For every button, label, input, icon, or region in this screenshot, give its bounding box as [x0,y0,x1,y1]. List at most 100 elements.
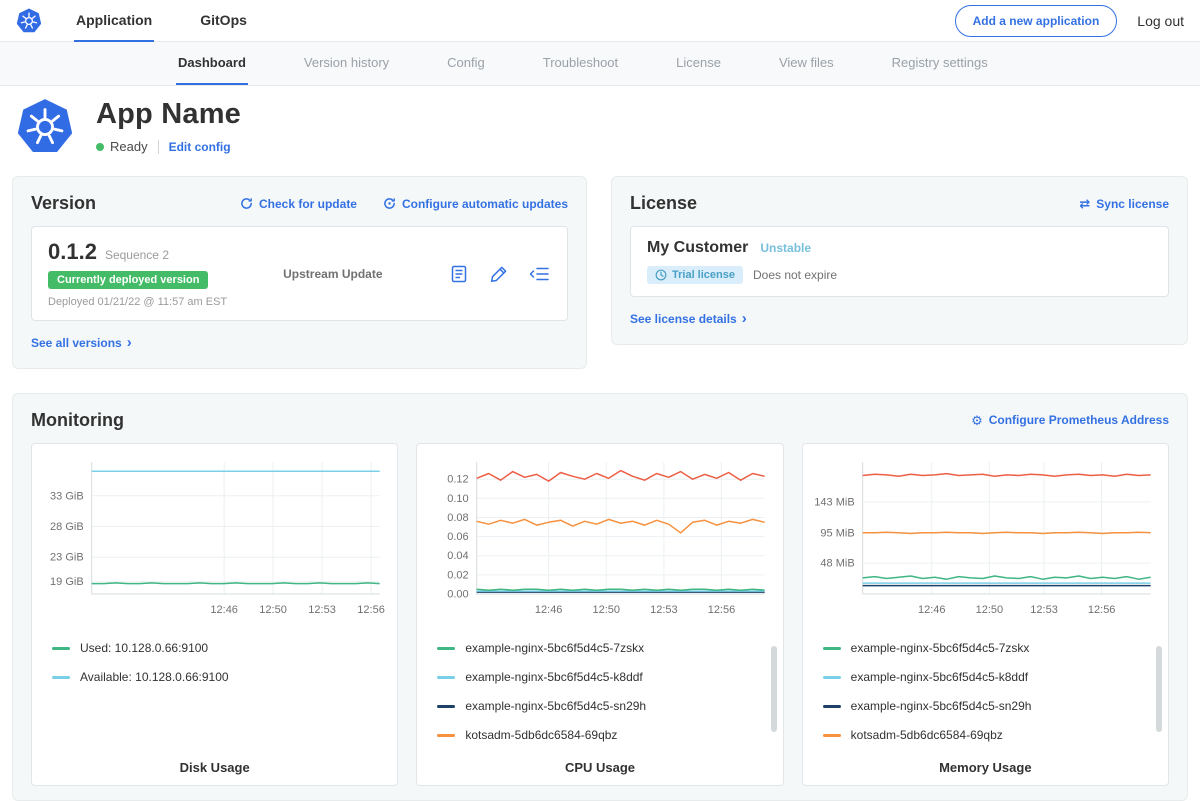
disk-usage-chart: 33 GiB28 GiB23 GiB19 GiB12:4612:5012:531… [31,443,398,786]
sync-license-label: Sync license [1096,197,1169,211]
sync-icon: ⇄ [1079,197,1090,210]
cpu-usage-title: CPU Usage [425,760,774,775]
tab-license[interactable]: License [674,42,723,85]
svg-text:12:53: 12:53 [1030,604,1058,616]
sequence-label: Sequence 2 [105,248,169,262]
legend-item[interactable]: example-nginx-5bc6f5d4c5-sn29h [437,692,762,721]
svg-text:12:53: 12:53 [650,604,678,616]
svg-text:12:56: 12:56 [708,604,736,616]
legend-label: example-nginx-5bc6f5d4c5-k8ddf [465,670,642,684]
legend-label: kotsadm-5db6dc6584-69qbz [465,728,617,742]
svg-text:12:46: 12:46 [535,604,563,616]
see-license-details-link[interactable]: See license details › [630,311,747,326]
legend-color-dash [823,705,841,708]
refresh-icon [240,197,253,210]
charts-row: 33 GiB 28 GiB 23 GiB 19 GiB 12:46 12:50 12:53 1… [31,443,1169,786]
version-number: 0.1.2 [48,239,97,265]
legend-item[interactable]: example-nginx-5bc6f5d4c5-sn29h [823,692,1148,721]
legend-item[interactable]: kotsadm-5db6dc6584-69qbz [437,721,762,750]
svg-text:33 GiB: 33 GiB [50,490,84,502]
upstream-update-label: Upstream Update [283,267,382,281]
legend-color-dash [437,676,455,679]
legend-color-dash [437,647,455,650]
legend-label: Used: 10.128.0.66:9100 [80,641,208,655]
app-icon [16,98,74,156]
configure-auto-updates-label: Configure automatic updates [402,197,568,211]
legend-scrollbar[interactable] [771,646,777,732]
svg-text:12:46: 12:46 [918,604,946,616]
tab-registry-settings[interactable]: Registry settings [890,42,990,85]
legend-label: example-nginx-5bc6f5d4c5-sn29h [465,699,646,713]
sync-license-button[interactable]: ⇄ Sync license [1079,197,1169,211]
nav-tab-application[interactable]: Application [74,0,154,42]
nav-tab-gitops[interactable]: GitOps [198,0,249,42]
check-update-label: Check for update [259,197,357,211]
configure-automatic-updates-button[interactable]: Configure automatic updates [383,197,568,211]
svg-text:12:50: 12:50 [259,604,287,616]
app-header: App Name Ready Edit config [0,86,1200,172]
kubernetes-logo-icon [16,8,42,34]
legend-label: example-nginx-5bc6f5d4c5-sn29h [851,699,1032,713]
see-all-versions-label: See all versions [31,336,122,350]
legend-label: example-nginx-5bc6f5d4c5-k8ddf [851,670,1028,684]
svg-text:0.00: 0.00 [448,588,469,600]
memory-usage-legend: example-nginx-5bc6f5d4c5-7zskx example-ng… [811,634,1160,752]
legend-label: example-nginx-5bc6f5d4c5-7zskx [465,641,644,655]
edit-config-link[interactable]: Edit config [169,140,231,154]
tab-version-history[interactable]: Version history [302,42,391,85]
customer-name: My Customer [647,239,748,257]
configure-prometheus-button[interactable]: ⚙ Configure Prometheus Address [971,413,1169,427]
channel-label: Unstable [760,241,811,255]
disk-usage-legend: Used: 10.128.0.66:9100 Available: 10.128.… [40,634,389,752]
top-nav-tabs: Application GitOps [74,0,293,42]
diff-icon[interactable] [529,264,551,284]
legend-label: Available: 10.128.0.66:9100 [80,670,229,684]
svg-text:19 GiB: 19 GiB [50,576,84,588]
svg-text:0.06: 0.06 [448,531,469,543]
legend-item[interactable]: example-nginx-5bc6f5d4c5-7zskx [437,634,762,663]
legend-item[interactable]: example-nginx-5bc6f5d4c5-k8ddf [437,663,762,692]
legend-color-dash [437,734,455,737]
add-application-button[interactable]: Add a new application [955,5,1118,37]
tab-config[interactable]: Config [445,42,487,85]
svg-text:23 GiB: 23 GiB [50,551,84,563]
legend-color-dash [52,647,70,650]
legend-item[interactable]: Used: 10.128.0.66:9100 [52,634,377,663]
check-for-update-button[interactable]: Check for update [240,197,357,211]
release-notes-icon[interactable] [449,264,469,284]
tab-view-files[interactable]: View files [777,42,836,85]
chevron-right-icon: › [127,335,132,350]
svg-text:12:53: 12:53 [308,604,336,616]
gear-icon: ⚙ [971,414,983,427]
legend-item[interactable]: Available: 10.128.0.66:9100 [52,663,377,692]
memory-usage-plot: 143 MiB95 MiB48 MiB12:4612:5012:5312:56 [811,454,1160,622]
top-navbar: Application GitOps Add a new application… [0,0,1200,42]
memory-usage-chart: 143 MiB95 MiB48 MiB12:4612:5012:5312:56 … [802,443,1169,786]
svg-text:0.02: 0.02 [448,569,469,581]
cards-row: Version Check for update Configure autom… [0,172,1200,369]
configure-prometheus-label: Configure Prometheus Address [989,413,1169,427]
svg-text:48 MiB: 48 MiB [820,557,854,569]
status-dot [96,143,104,151]
logout-button[interactable]: Log out [1137,13,1184,29]
edit-icon[interactable] [489,264,509,284]
disk-usage-title: Disk Usage [40,760,389,775]
legend-color-dash [823,676,841,679]
svg-text:143 MiB: 143 MiB [814,496,854,508]
svg-text:12:56: 12:56 [1088,604,1116,616]
legend-color-dash [437,705,455,708]
legend-item[interactable]: kotsadm-5db6dc6584-69qbz [823,721,1148,750]
legend-item[interactable]: example-nginx-5bc6f5d4c5-k8ddf [823,663,1148,692]
legend-item[interactable]: example-nginx-5bc6f5d4c5-7zskx [823,634,1148,663]
svg-text:12:56: 12:56 [357,604,385,616]
version-card: Version Check for update Configure autom… [12,176,587,369]
chevron-right-icon: › [742,311,747,326]
divider [158,140,159,154]
tab-dashboard[interactable]: Dashboard [176,42,248,85]
legend-color-dash [823,734,841,737]
legend-scrollbar[interactable] [1156,646,1162,732]
svg-text:28 GiB: 28 GiB [50,521,84,533]
auto-update-icon [383,197,396,210]
see-all-versions-link[interactable]: See all versions › [31,335,132,350]
tab-troubleshoot[interactable]: Troubleshoot [541,42,620,85]
